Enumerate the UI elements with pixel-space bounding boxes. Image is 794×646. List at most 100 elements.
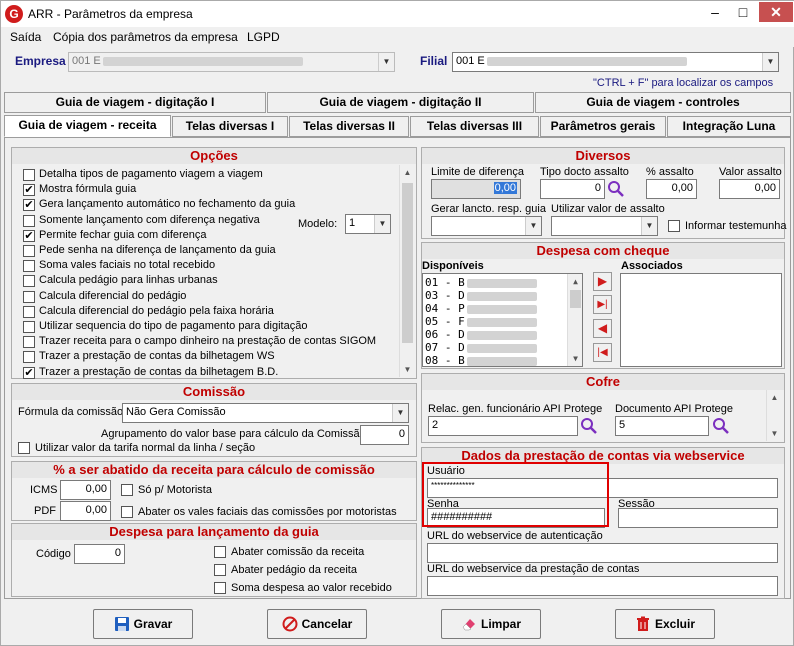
scroll-down-icon[interactable]: ▼ [400,362,415,377]
url-auth-input[interactable] [427,543,778,563]
scroll-up-icon[interactable]: ▲ [568,274,583,289]
opcao-row[interactable]: Detalha tipos de pagamento viagem a viag… [23,168,403,183]
gravar-button[interactable]: Gravar [93,609,193,639]
opcao-checkbox[interactable] [23,321,35,333]
opcao-checkbox[interactable]: ✔ [23,184,35,197]
valor-input[interactable]: 0,00 [719,179,780,199]
opcao-row[interactable]: ✔ Gera lançamento automático no fechament… [23,198,403,213]
opcao-checkbox[interactable] [23,260,35,273]
disponiveis-scrollbar[interactable]: ▲ ▼ [567,274,582,366]
menu-copia-parametros[interactable]: Cópia dos parâmetros da empresa [53,30,238,44]
vales-checkbox[interactable] [121,506,133,518]
opcao-row[interactable]: Calcula diferencial do pedágio [23,290,403,305]
opcao-checkbox[interactable] [23,275,35,288]
scroll-down-icon[interactable]: ▼ [568,351,583,366]
list-item[interactable]: 08 - B [423,354,582,367]
search-icon[interactable] [580,417,598,435]
tab-telas-2[interactable]: Telas diversas II [289,116,409,137]
scroll-down-icon[interactable]: ▼ [767,426,782,441]
opcao-row[interactable]: Trazer a prestação de contas da bilhetag… [23,350,403,365]
scroll-up-icon[interactable]: ▲ [767,390,782,405]
limpar-button[interactable]: Limpar [441,609,541,639]
gerar-select[interactable]: ▼ [431,216,542,236]
opcao-row[interactable]: Trazer receita para o campo dinheiro na … [23,335,403,350]
excluir-button[interactable]: Excluir [615,609,715,639]
pct-input[interactable]: 0,00 [646,179,697,199]
sessao-input[interactable] [618,508,778,528]
remove-all-button[interactable]: |◀ [593,343,612,362]
agrup-input[interactable]: 0 [360,425,409,445]
scroll-thumb[interactable] [570,290,581,308]
tab-integracao-luna[interactable]: Integração Luna [667,116,791,137]
list-item[interactable]: 03 - D [423,289,582,302]
utilizar-select[interactable]: ▼ [551,216,658,236]
opcoes-scrollbar[interactable]: ▲ ▼ [399,165,414,377]
scroll-up-icon[interactable]: ▲ [400,165,415,180]
testemunha-checkbox[interactable] [668,220,680,232]
remove-button[interactable]: ◀ [593,319,612,338]
opcao-row[interactable]: Soma vales faciais no total recebido [23,259,403,274]
codigo-input[interactable]: 0 [74,544,125,564]
abater-comissao-checkbox[interactable] [214,546,226,558]
opcao-row[interactable]: Calcula pedágio para linhas urbanas [23,274,403,289]
opcao-checkbox[interactable] [23,336,35,349]
opcao-checkbox[interactable]: ✔ [23,199,35,212]
menu-lgpd[interactable]: LGPD [247,30,280,44]
opcao-checkbox[interactable] [23,290,35,303]
cancelar-label: Cancelar [301,617,353,631]
filial-select[interactable]: 001 E ▼ [452,52,779,72]
limite-input[interactable]: 0,00 [431,179,521,199]
list-item[interactable]: 05 - F [423,315,582,328]
opcao-row[interactable]: Calcula diferencial do pedágio pela faix… [23,305,403,320]
opcao-row[interactable]: ✔ Mostra fórmula guia [23,183,403,198]
modelo-select[interactable]: 1 ▼ [345,214,391,234]
search-icon[interactable] [712,417,730,435]
minimize-button[interactable]: – [701,2,729,22]
add-all-button[interactable]: ▶| [593,295,612,314]
tipo-input[interactable]: 0 [540,179,605,199]
list-item[interactable]: 07 - D [423,341,582,354]
tab-telas-1[interactable]: Telas diversas I [172,116,288,137]
tarifa-checkbox[interactable] [18,442,30,454]
disponiveis-list[interactable]: 01 - B 03 - D 04 - P 05 - F 06 - D 07 - D 08 -… [422,273,583,367]
opcao-checkbox[interactable] [23,214,35,227]
tab-digitacao-1[interactable]: Guia de viagem - digitação I [4,92,266,113]
list-item[interactable]: 01 - B [423,276,582,289]
cancelar-button[interactable]: Cancelar [267,609,367,639]
opcao-checkbox[interactable]: ✔ [23,366,35,379]
formula-select[interactable]: Não Gera Comissão ▼ [122,403,409,423]
url-prest-input[interactable] [427,576,778,596]
opcao-checkbox[interactable] [23,305,35,318]
opcao-checkbox[interactable] [23,169,35,181]
cofre-scrollbar[interactable]: ▲ ▼ [766,390,781,441]
menu-saida[interactable]: Saída [10,30,41,44]
list-item[interactable]: 06 - D [423,328,582,341]
empresa-select[interactable]: 001 E ▼ [68,52,395,72]
icms-input[interactable]: 0,00 [60,480,111,500]
tab-digitacao-2[interactable]: Guia de viagem - digitação II [267,92,534,113]
opcao-checkbox[interactable] [23,351,35,364]
list-item[interactable]: 04 - P [423,302,582,315]
opcao-row[interactable]: Pede senha na diferença de lançamento da… [23,244,403,259]
motorista-checkbox[interactable] [121,484,133,496]
tab-parametros-gerais[interactable]: Parâmetros gerais [540,116,666,137]
opcao-row[interactable]: Utilizar sequencia do tipo de pagamento … [23,320,403,335]
save-icon [114,616,129,631]
doc-input[interactable]: 5 [615,416,709,436]
relac-input[interactable]: 2 [428,416,578,436]
soma-despesa-checkbox[interactable] [214,582,226,594]
add-button[interactable]: ▶ [593,272,612,291]
pdf-input[interactable]: 0,00 [60,501,111,521]
search-icon[interactable] [607,180,625,198]
opcao-row[interactable]: ✔ Trazer a prestação de contas da bilheta… [23,366,403,381]
abater-pedagio-checkbox[interactable] [214,564,226,576]
scroll-thumb[interactable] [402,183,413,343]
associados-list[interactable] [620,273,782,367]
opcao-checkbox[interactable] [23,245,35,257]
maximize-button[interactable]: □ [729,2,757,22]
opcao-checkbox[interactable]: ✔ [23,229,35,242]
tab-receita[interactable]: Guia de viagem - receita [4,115,171,137]
tab-telas-3[interactable]: Telas diversas III [410,116,539,137]
tab-controles[interactable]: Guia de viagem - controles [535,92,791,113]
close-button[interactable]: ✕ [759,2,793,22]
